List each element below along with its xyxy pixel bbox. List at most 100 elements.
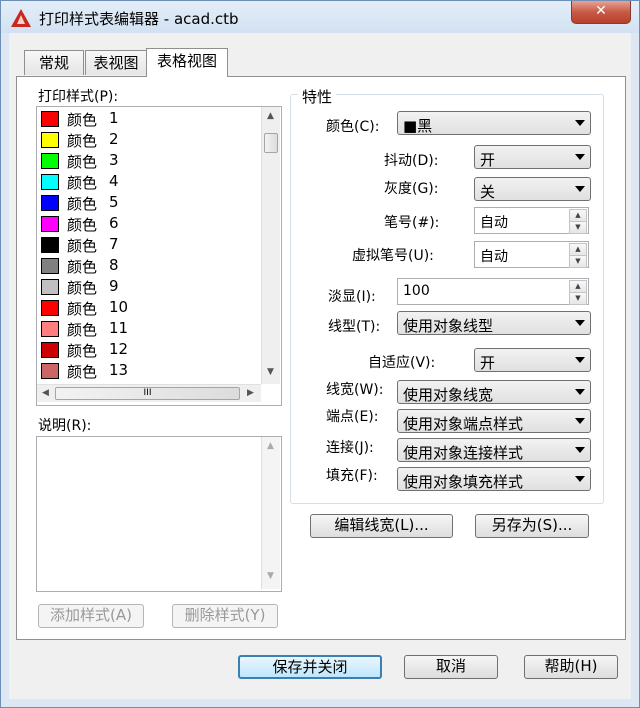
desc-scroll-down-icon[interactable]: ▼: [262, 571, 279, 581]
description-label: 说明(R):: [38, 418, 92, 434]
line-end-value: 使用对象端点样式: [403, 415, 524, 433]
color-swatch: [41, 342, 59, 358]
save-as-button[interactable]: 另存为(S)...: [475, 514, 589, 538]
chevron-down-icon: [575, 320, 585, 326]
dither-dropdown[interactable]: 开: [474, 145, 591, 169]
chevron-down-icon: [575, 154, 585, 160]
virtual-pen-label: 虚拟笔号(U):: [352, 248, 434, 264]
color-swatch: [41, 174, 59, 190]
color-swatch: [41, 258, 59, 274]
color-swatch: [41, 111, 59, 127]
spin-down-icon[interactable]: ▼: [569, 292, 587, 305]
line-end-label: 端点(E):: [326, 409, 379, 425]
cancel-button[interactable]: 取消: [404, 655, 498, 679]
screening-label: 淡显(I):: [328, 289, 376, 305]
list-item-number: 11: [109, 319, 129, 337]
list-item[interactable]: 颜色 10: [37, 297, 257, 318]
list-item[interactable]: 颜色 8: [37, 255, 257, 276]
desc-scroll-up-icon[interactable]: ▲: [262, 441, 279, 451]
linetype-dropdown[interactable]: 使用对象线型: [397, 311, 591, 335]
color-swatch: [41, 153, 59, 169]
grayscale-label: 灰度(G):: [384, 181, 439, 197]
list-item-label: 颜色: [67, 153, 98, 171]
lineweight-dropdown[interactable]: 使用对象线宽: [397, 380, 591, 404]
chevron-down-icon: [575, 389, 585, 395]
color-swatch: [41, 363, 59, 379]
list-item-label: 颜色: [67, 195, 98, 213]
list-item-label: 颜色: [67, 300, 98, 318]
chevron-down-icon: [575, 476, 585, 482]
tab-form-view[interactable]: 表格视图: [146, 48, 228, 77]
list-item[interactable]: 颜色 11: [37, 318, 257, 339]
tab-general[interactable]: 常规: [24, 50, 84, 75]
list-item[interactable]: 颜色 5: [37, 192, 257, 213]
list-item[interactable]: 颜色 4: [37, 171, 257, 192]
help-button[interactable]: 帮助(H): [524, 655, 618, 679]
list-item-number: 5: [109, 193, 119, 211]
edit-lineweights-button[interactable]: 编辑线宽(L)...: [310, 514, 453, 538]
save-and-close-button[interactable]: 保存并关闭: [238, 655, 382, 679]
list-item-label: 颜色: [67, 342, 98, 360]
scroll-right-arrow-icon[interactable]: ▶: [242, 388, 259, 398]
color-swatch: [41, 216, 59, 232]
list-item[interactable]: 颜色 9: [37, 276, 257, 297]
fill-dropdown[interactable]: 使用对象填充样式: [397, 467, 591, 491]
virtual-pen-value: 自动: [480, 249, 508, 265]
close-button[interactable]: ✕: [571, 1, 631, 24]
list-item-label: 颜色: [67, 321, 98, 339]
grayscale-dropdown[interactable]: 关: [474, 177, 591, 201]
list-horizontal-scrollbar[interactable]: ◀ III ▶: [37, 384, 261, 402]
chevron-down-icon: [575, 447, 585, 453]
list-item[interactable]: 颜色 1: [37, 108, 257, 129]
linetype-value: 使用对象线型: [403, 317, 494, 335]
fill-value: 使用对象填充样式: [403, 473, 524, 491]
list-item-label: 颜色: [67, 279, 98, 297]
virtual-pen-spinner[interactable]: 自动 ▲ ▼: [474, 241, 589, 268]
list-item[interactable]: 颜色 7: [37, 234, 257, 255]
adaptive-dropdown[interactable]: 开: [474, 348, 591, 372]
description-textarea[interactable]: ▲ ▼: [36, 436, 282, 592]
list-item-label: 颜色: [67, 174, 98, 192]
list-item[interactable]: 颜色 3: [37, 150, 257, 171]
list-item-number: 2: [109, 130, 119, 148]
lineweight-value: 使用对象线宽: [403, 386, 494, 404]
pen-number-spinner[interactable]: 自动 ▲ ▼: [474, 207, 589, 234]
list-item[interactable]: 颜色 12: [37, 339, 257, 360]
list-item-number: 7: [109, 235, 119, 253]
screening-spinner[interactable]: 100 ▲ ▼: [397, 278, 589, 305]
delete-style-button[interactable]: 删除样式(Y): [172, 604, 278, 628]
title-bar: 打印样式表编辑器 - acad.ctb ✕: [1, 1, 639, 33]
tab-table-view[interactable]: 表视图: [85, 50, 147, 75]
list-item-label: 颜色: [67, 111, 98, 129]
scroll-up-arrow-icon[interactable]: ▲: [262, 111, 279, 121]
pen-number-label: 笔号(#):: [384, 215, 440, 231]
list-item-number: 4: [109, 172, 119, 190]
color-swatch: [41, 321, 59, 337]
plot-styles-label: 打印样式(P):: [38, 89, 119, 105]
list-item[interactable]: 颜色 2: [37, 129, 257, 150]
plot-styles-listbox[interactable]: 颜色 1 颜色 2 颜色 3 颜色 4 颜色 5 颜色 6 颜色 7 颜色 8 颜色 9 颜色 10 颜色 11 颜色 12 颜…: [36, 106, 282, 406]
list-item[interactable]: 颜色 6: [37, 213, 257, 234]
color-value: ■黑: [403, 117, 433, 135]
list-item-number: 8: [109, 256, 119, 274]
list-hscroll-thumb[interactable]: III: [55, 387, 240, 400]
scroll-left-arrow-icon[interactable]: ◀: [37, 388, 54, 398]
color-swatch: [41, 195, 59, 211]
list-vscroll-thumb[interactable]: [264, 133, 278, 153]
description-scrollbar[interactable]: ▲ ▼: [261, 437, 280, 589]
add-style-button[interactable]: 添加样式(A): [38, 604, 144, 628]
list-vertical-scrollbar[interactable]: ▲ ▼: [261, 107, 280, 384]
list-item-label: 颜色: [67, 363, 98, 381]
color-dropdown[interactable]: ■黑: [397, 111, 591, 135]
list-item-number: 9: [109, 277, 119, 295]
lineweight-label: 线宽(W):: [326, 382, 384, 398]
line-join-dropdown[interactable]: 使用对象连接样式: [397, 438, 591, 462]
spin-down-icon[interactable]: ▼: [569, 221, 587, 234]
line-end-dropdown[interactable]: 使用对象端点样式: [397, 409, 591, 433]
chevron-down-icon: [575, 186, 585, 192]
spin-down-icon[interactable]: ▼: [569, 255, 587, 268]
list-item[interactable]: 颜色 13: [37, 360, 257, 381]
screening-value: 100: [403, 283, 430, 299]
scroll-down-arrow-icon[interactable]: ▼: [262, 367, 279, 377]
chevron-down-icon: [575, 357, 585, 363]
